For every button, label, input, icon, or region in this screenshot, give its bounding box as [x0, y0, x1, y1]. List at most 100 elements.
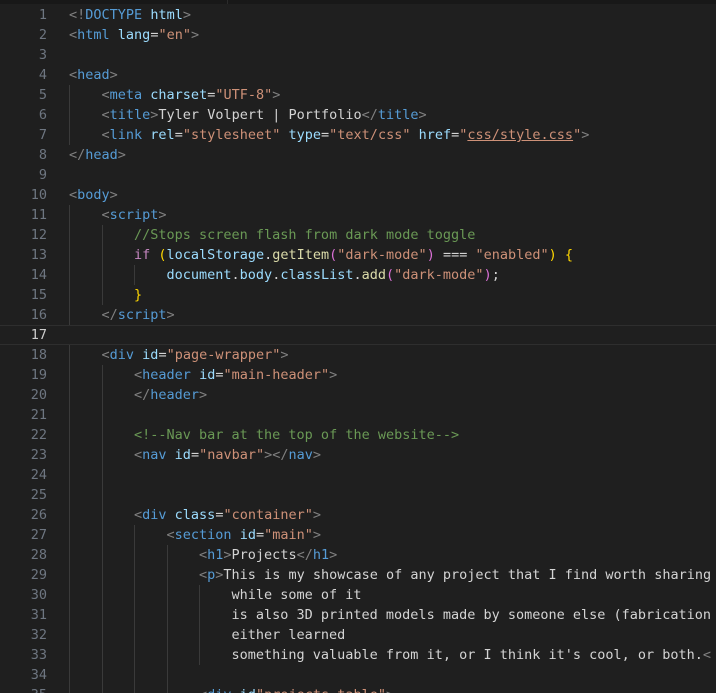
indent-guide: [101, 405, 103, 425]
code-text: is also 3D printed models made by someon…: [69, 605, 716, 625]
code-line[interactable]: 35 <div id"projects-table">: [0, 685, 716, 693]
code-line[interactable]: 4 <head>: [0, 65, 716, 85]
code-token: head: [85, 147, 118, 163]
code-token: <!--Nav bar at the top of the website-->: [134, 427, 460, 443]
code-line[interactable]: 21: [0, 405, 716, 425]
code-line[interactable]: 6 <title>Tyler Volpert | Portfolio</title…: [0, 105, 716, 125]
code-token: =: [158, 347, 167, 363]
code-lines[interactable]: 1 <!DOCTYPE html> 2 <html lang="en"> 3 4 <head…: [0, 5, 716, 693]
code-token: title: [109, 107, 151, 123]
code-token: <: [134, 447, 143, 463]
code-line[interactable]: 26 <div class="container">: [0, 505, 716, 525]
code-line[interactable]: 5 <meta charset="UTF-8">: [0, 85, 716, 105]
line-number: 12: [30, 227, 47, 243]
code-token: header: [150, 387, 200, 403]
code-line[interactable]: 34: [0, 665, 716, 685]
code-line[interactable]: 10 <body>: [0, 185, 716, 205]
code-token: ": [573, 127, 582, 143]
code-token: is also 3D printed models made by someon…: [231, 607, 712, 623]
code-line[interactable]: 8 </head>: [0, 145, 716, 165]
line-number: 26: [30, 507, 47, 523]
code-line[interactable]: 14 document.body.classList.add("dark-mode…: [0, 265, 716, 285]
code-token: "enabled": [475, 247, 549, 263]
code-token: <: [199, 567, 208, 583]
code-text: <script>: [69, 205, 716, 225]
code-text: <head>: [69, 65, 716, 85]
code-text: <p>This is my showcase of any project th…: [69, 565, 716, 585]
code-line[interactable]: 2 <html lang="en">: [0, 25, 716, 45]
code-token: //Stops screen flash from dark mode togg…: [134, 227, 476, 243]
code-token: "dark-mode": [394, 267, 484, 283]
code-line[interactable]: 27 <section id="main">: [0, 525, 716, 545]
code-line[interactable]: 3: [0, 45, 716, 65]
code-token: meta: [109, 87, 143, 103]
code-line[interactable]: 30 while some of it: [0, 585, 716, 605]
code-token: DOCTYPE: [85, 7, 143, 23]
line-number: 4: [38, 67, 47, 83]
code-line[interactable]: 11 <script>: [0, 205, 716, 225]
code-line[interactable]: 29 <p>This is my showcase of any project …: [0, 565, 716, 585]
code-line[interactable]: 1 <!DOCTYPE html>: [0, 5, 716, 25]
line-number: 14: [30, 267, 47, 283]
code-token: html: [150, 7, 183, 23]
code-line[interactable]: 17: [0, 325, 716, 345]
code-line[interactable]: 28 <h1>Projects</h1>: [0, 545, 716, 565]
line-number: 31: [30, 607, 47, 623]
code-editor[interactable]: 1 <!DOCTYPE html> 2 <html lang="en"> 3 4 <head…: [0, 0, 716, 693]
code-token: href: [418, 127, 452, 143]
code-line[interactable]: 13 if (localStorage.getItem("dark-mode") …: [0, 245, 716, 265]
code-token: =: [190, 447, 200, 463]
code-token: .: [231, 267, 240, 283]
code-token: id: [199, 367, 216, 383]
code-token: <: [69, 67, 78, 83]
code-token: nav: [142, 447, 167, 463]
code-token: <: [101, 87, 110, 103]
code-token: >: [386, 687, 394, 693]
code-token: >: [109, 187, 118, 203]
code-token: <: [134, 367, 143, 383]
code-text: document.body.classList.add("dark-mode")…: [69, 265, 716, 285]
line-number: 3: [38, 47, 47, 63]
code-token: ===: [434, 247, 476, 263]
code-token: charset: [150, 87, 208, 103]
code-token: <: [199, 687, 207, 693]
code-text: <!--Nav bar at the top of the website-->: [69, 425, 716, 445]
code-line[interactable]: 24: [0, 465, 716, 485]
code-line[interactable]: 25: [0, 485, 716, 505]
code-line[interactable]: 15}: [0, 285, 716, 305]
code-token: script: [109, 207, 159, 223]
code-line[interactable]: 20 </header>: [0, 385, 716, 405]
line-number: 23: [30, 447, 47, 463]
code-line[interactable]: 7 <link rel="stylesheet" type="text/css" …: [0, 125, 716, 145]
code-token: >: [418, 107, 427, 123]
code-token: lang: [117, 27, 151, 43]
code-line[interactable]: 16 </script>: [0, 305, 716, 325]
code-token: rel: [150, 127, 175, 143]
code-text: something valuable from it, or I think i…: [69, 645, 716, 665]
code-token: >: [312, 447, 322, 463]
code-line[interactable]: 19 <header id="main-header">: [0, 365, 716, 385]
code-line[interactable]: 22 <!--Nav bar at the top of the website-…: [0, 425, 716, 445]
code-text: <body>: [69, 185, 716, 205]
code-line[interactable]: 12 //Stops screen flash from dark mode to…: [0, 225, 716, 245]
line-number: 34: [30, 667, 47, 683]
code-token: class: [174, 507, 216, 523]
code-line[interactable]: 18 <div id="page-wrapper">: [0, 345, 716, 365]
code-line[interactable]: 31 is also 3D printed models made by some…: [0, 605, 716, 625]
line-number: 16: [30, 307, 47, 323]
indent-guide: [101, 485, 103, 505]
code-line[interactable]: 32 either learned: [0, 625, 716, 645]
code-line[interactable]: 9: [0, 165, 716, 185]
code-token: }: [134, 287, 143, 303]
code-token: <: [166, 527, 175, 543]
code-line[interactable]: 33 something valuable from it, or I think…: [0, 645, 716, 665]
code-line[interactable]: 23 <nav id="navbar"></nav>: [0, 445, 716, 465]
line-number: 32: [30, 627, 47, 643]
line-number: 20: [30, 387, 47, 403]
code-text: <nav id="navbar"></nav>: [69, 445, 716, 465]
